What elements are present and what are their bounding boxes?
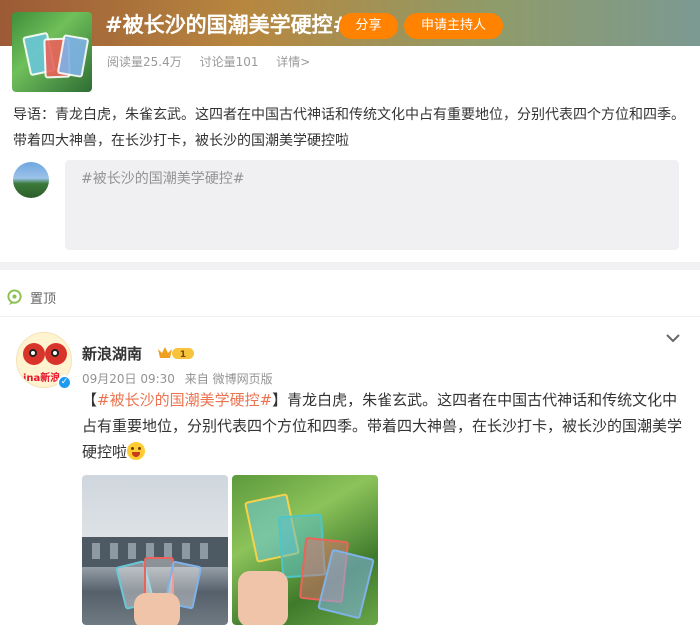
image-detail bbox=[182, 543, 190, 559]
vip-level: 1 bbox=[180, 350, 186, 360]
topic-guide: 导语：青龙白虎，朱雀玄武。这四者在中国古代神话和传统文化中占有重要地位，分别代表… bbox=[13, 107, 685, 149]
vip-badge-icon[interactable]: 1 bbox=[156, 345, 196, 361]
current-user-avatar[interactable] bbox=[13, 162, 49, 198]
divider bbox=[0, 316, 700, 317]
chevron-down-icon[interactable] bbox=[665, 332, 681, 344]
compose-input[interactable]: #被长沙的国潮美学硬控# bbox=[81, 168, 244, 188]
post-hashtag[interactable]: #被长沙的国潮美学硬控# bbox=[97, 391, 272, 409]
thumbnail-card bbox=[56, 34, 90, 78]
image-detail bbox=[128, 543, 136, 559]
avatar-eye bbox=[51, 349, 59, 357]
image-hand bbox=[238, 571, 288, 625]
image-hand bbox=[134, 593, 180, 625]
post-image[interactable] bbox=[232, 475, 378, 625]
avatar-eye bbox=[29, 349, 37, 357]
post-source: 来自 微博网页版 bbox=[184, 372, 273, 386]
pinned-indicator: 置顶 bbox=[6, 287, 56, 307]
emoji-icon bbox=[127, 442, 146, 460]
compose-box[interactable]: #被长沙的国潮美学硬控# bbox=[65, 160, 679, 250]
pin-icon bbox=[7, 288, 22, 305]
feed-card: 置顶 ina新浪 ✓ 新浪湖南 1 09月20日 09:30 来自 微博网页版 … bbox=[0, 270, 700, 635]
post-meta: 09月20日 09:30 来自 微博网页版 bbox=[82, 370, 279, 387]
post-bracket: 【 bbox=[82, 391, 98, 409]
author-name[interactable]: 新浪湖南 bbox=[82, 343, 142, 364]
discussion-count: 讨论量101 bbox=[199, 55, 259, 69]
read-count: 阅读量25.4万 bbox=[107, 55, 182, 69]
image-detail bbox=[200, 543, 208, 559]
image-detail bbox=[92, 543, 100, 559]
image-detail bbox=[110, 543, 118, 559]
share-button[interactable]: 分享 bbox=[339, 13, 398, 39]
verified-icon: ✓ bbox=[57, 375, 72, 390]
topic-title: #被长沙的国潮美学硬控# bbox=[105, 13, 351, 37]
details-link[interactable]: 详情> bbox=[276, 55, 310, 69]
post-image[interactable] bbox=[82, 475, 228, 625]
pinned-label: 置顶 bbox=[30, 291, 57, 307]
post-time[interactable]: 09月20日 09:30 bbox=[82, 372, 175, 386]
post-text: 【#被长沙的国潮美学硬控#】青龙白虎，朱雀玄武。这四者在中国古代神话和传统文化中… bbox=[82, 387, 690, 465]
topic-stats: 阅读量25.4万 讨论量101 详情> bbox=[107, 53, 324, 70]
topic-header-card: #被长沙的国潮美学硬控# 分享 申请主持人 阅读量25.4万 讨论量101 详情… bbox=[0, 0, 700, 262]
avatar-logo-text: ina新浪 bbox=[23, 373, 61, 384]
topic-thumbnail[interactable] bbox=[12, 12, 92, 92]
apply-host-button[interactable]: 申请主持人 bbox=[404, 13, 503, 39]
